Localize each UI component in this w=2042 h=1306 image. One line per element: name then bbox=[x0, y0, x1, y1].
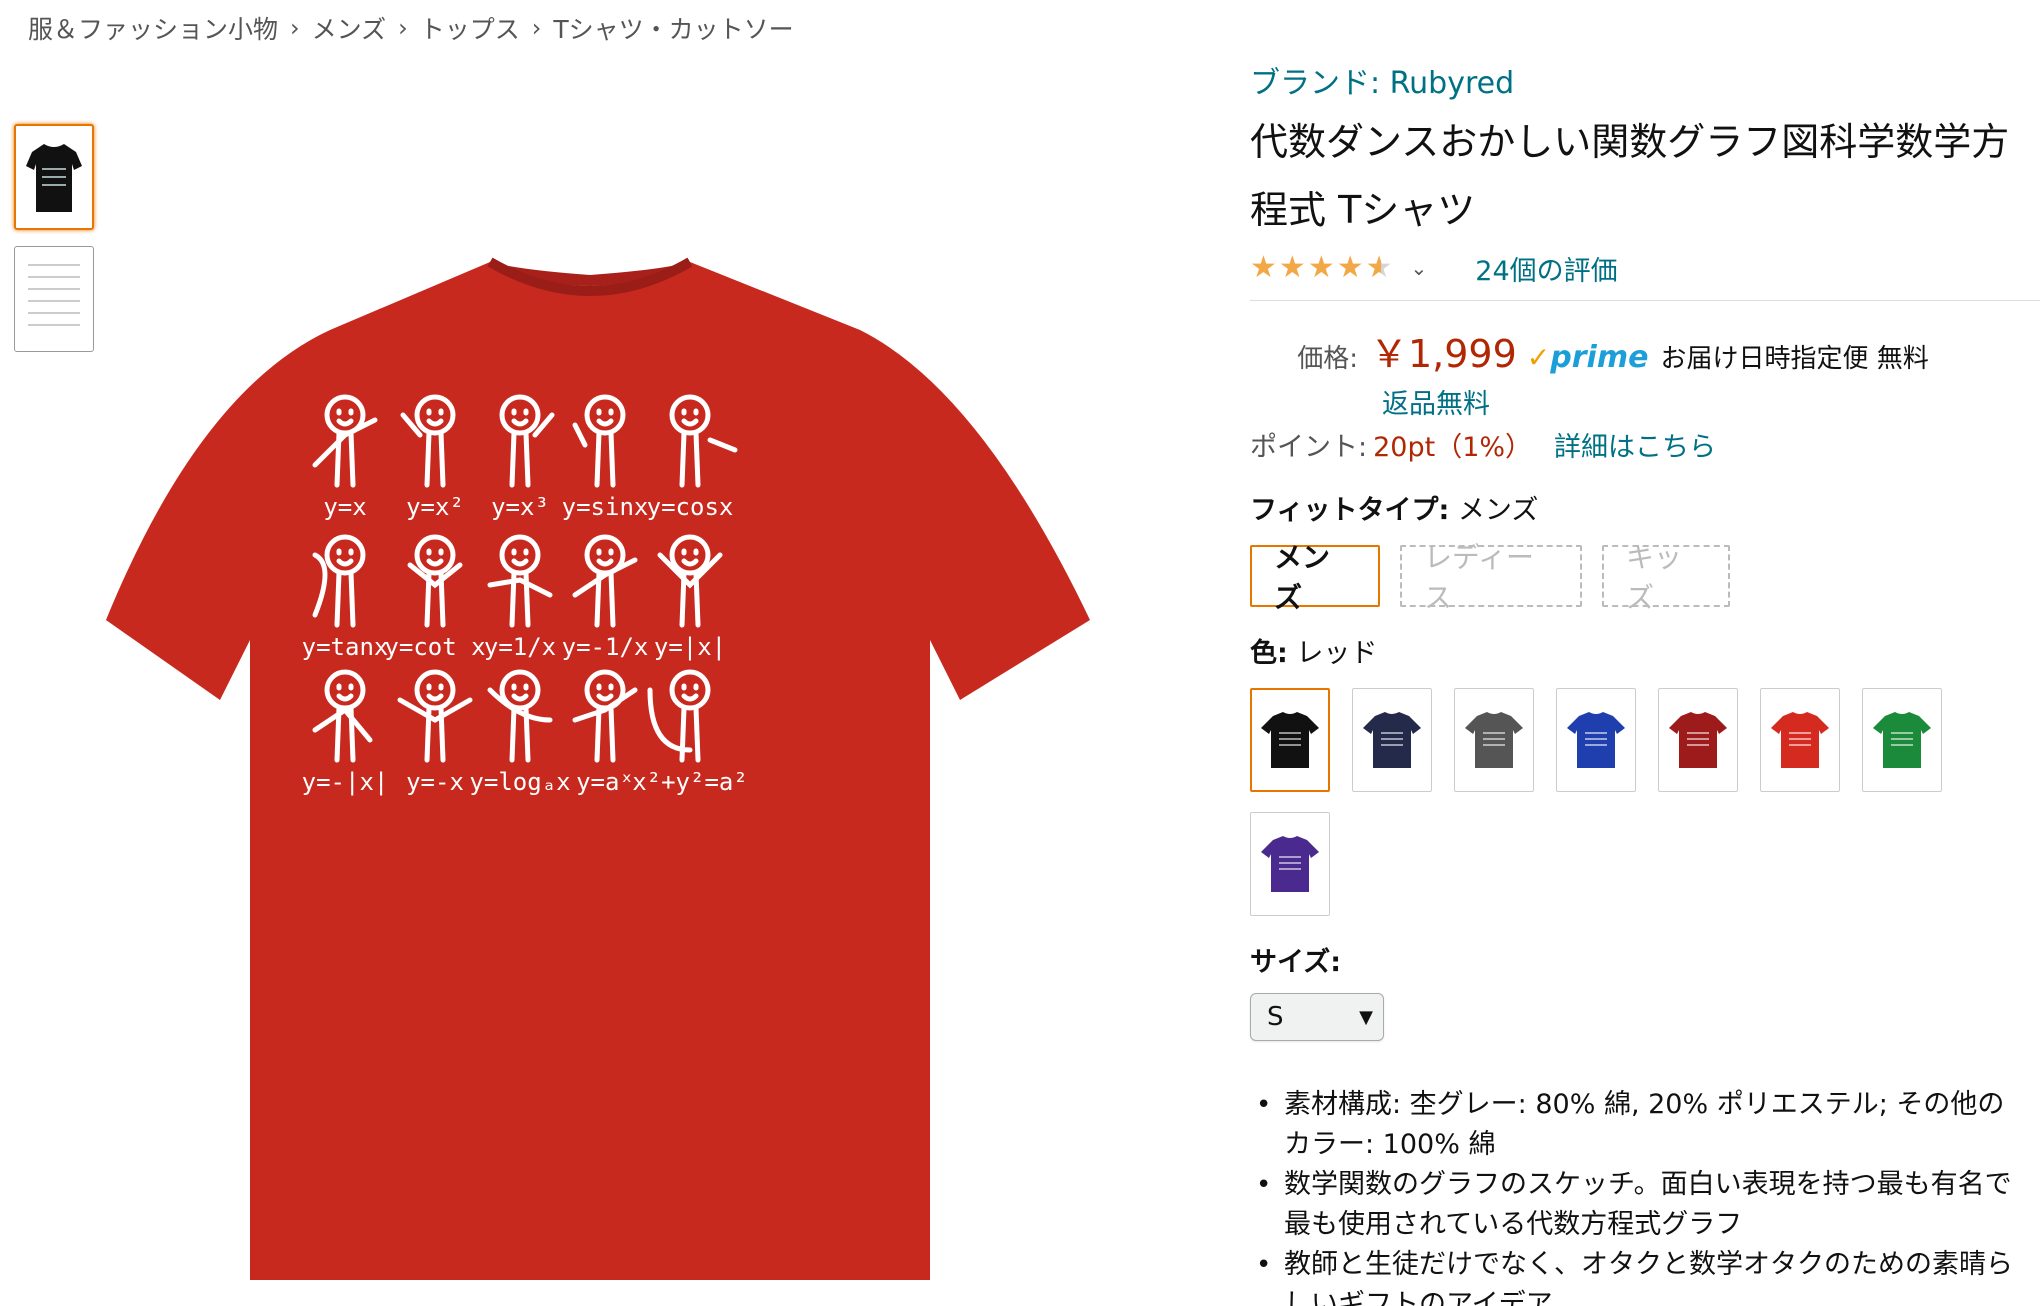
function-label: y=sinx bbox=[562, 493, 649, 521]
function-label: y=-|x| bbox=[302, 768, 389, 796]
feature-bullet: 教師と生徒だけでなく、オタクと数学オタクのための素晴らしいギフトのアイデア。 bbox=[1250, 1245, 2030, 1306]
size-dropdown[interactable]: S ▼ bbox=[1250, 993, 1384, 1041]
thumbnail-black-shirt[interactable] bbox=[14, 124, 94, 230]
size-selected-value: S bbox=[1267, 1002, 1284, 1032]
half-star-icon: ★ bbox=[1365, 250, 1393, 285]
price-block: 価格: ￥1,999 ✓ prime お届け日時指定便 無料 返品無料 ポイント… bbox=[1250, 323, 2030, 464]
image-thumbnails bbox=[14, 124, 94, 352]
breadcrumb: 服＆ファッション小物 › メンズ › トップス › Tシャツ・カットソー bbox=[28, 10, 794, 46]
prime-check-icon: ✓ bbox=[1526, 341, 1551, 374]
star-icon: ★ bbox=[1250, 250, 1277, 285]
color-label: 色: レッド bbox=[1250, 631, 2030, 670]
brand-link[interactable]: ブランド: Rubyred bbox=[1250, 58, 2030, 102]
tshirt-icon bbox=[1261, 836, 1319, 892]
function-label: y=cot x bbox=[384, 633, 485, 661]
prime-badge: ✓ prime bbox=[1527, 340, 1649, 375]
detail-thumbnail-image bbox=[28, 264, 80, 326]
function-label: y=-1/x bbox=[562, 633, 649, 661]
function-label: y=|x| bbox=[654, 633, 726, 661]
delivery-text: お届け日時指定便 無料 bbox=[1660, 344, 1929, 374]
size-label: サイズ: bbox=[1250, 940, 2030, 979]
function-label: x²+y²=a² bbox=[632, 768, 748, 796]
fit-option-kids[interactable]: キッズ bbox=[1602, 541, 1730, 614]
tshirt-icon bbox=[1261, 712, 1319, 768]
color-swatch-heather-gray[interactable] bbox=[1454, 688, 1534, 792]
color-swatch-cranberry[interactable] bbox=[1658, 688, 1738, 792]
color-swatch-royal-blue[interactable] bbox=[1556, 688, 1636, 792]
chevron-down-icon[interactable]: ⌄ bbox=[1411, 256, 1428, 280]
prime-logo: prime bbox=[1550, 340, 1649, 375]
breadcrumb-item-tops[interactable]: トップス bbox=[420, 10, 520, 46]
color-heading: 色: bbox=[1250, 638, 1288, 669]
function-label: y=aˣ bbox=[576, 768, 634, 796]
star-rating[interactable]: ★ ★ ★ ★ ★ bbox=[1250, 253, 1393, 283]
function-label: y=-x bbox=[406, 768, 464, 796]
fit-option-mens[interactable]: メンズ bbox=[1250, 541, 1380, 614]
black-shirt-thumbnail-image bbox=[26, 144, 82, 212]
free-returns-link[interactable]: 返品無料 bbox=[1382, 382, 2030, 421]
star-icon: ★ bbox=[1307, 250, 1335, 285]
fit-type-value: メンズ bbox=[1457, 495, 1539, 526]
function-label: y=x bbox=[323, 493, 366, 521]
color-swatch-red[interactable] bbox=[1760, 688, 1840, 792]
color-swatches bbox=[1250, 688, 1970, 916]
review-count-link[interactable]: 24個の評価 bbox=[1475, 249, 1617, 288]
breadcrumb-separator: › bbox=[531, 14, 542, 42]
rating-row: ★ ★ ★ ★ ★ ⌄ 24個の評価 bbox=[1250, 246, 2030, 290]
tshirt-icon bbox=[1771, 712, 1829, 768]
price-label: 価格: bbox=[1297, 344, 1358, 374]
fit-type-label: フィットタイプ: メンズ bbox=[1250, 488, 2030, 527]
breadcrumb-item-mens[interactable]: メンズ bbox=[312, 10, 387, 46]
tshirt-icon bbox=[1873, 712, 1931, 768]
product-details: ブランド: Rubyred 代数ダンスおかしい関数グラフ図科学数学方程式 Tシャ… bbox=[1250, 58, 2040, 1306]
breadcrumb-item-fashion[interactable]: 服＆ファッション小物 bbox=[28, 10, 278, 46]
function-label: y=cosx bbox=[647, 493, 734, 521]
product-title: 代数ダンスおかしい関数グラフ図科学数学方程式 Tシャツ bbox=[1250, 120, 2010, 232]
feature-bullet: 素材構成: 杢グレー: 80% 綿, 20% ポリエステル; その他のカラー: … bbox=[1250, 1085, 2030, 1165]
breadcrumb-separator: › bbox=[398, 14, 408, 42]
product-main-image[interactable]: y=x y=x² y=x³ y=sinxy=cosx y=tanxy=cot xy=1/… bbox=[100, 200, 1180, 1300]
color-swatch-purple[interactable] bbox=[1250, 812, 1330, 916]
points-label: ポイント: bbox=[1250, 432, 1368, 463]
fit-option-womens[interactable]: レディース bbox=[1400, 541, 1582, 614]
feature-bullet: 数学関数のグラフのスケッチ。面白い表現を持つ最も有名で最も使用されている代数方程… bbox=[1250, 1165, 2030, 1245]
function-label: y=tanx bbox=[302, 633, 389, 661]
fit-type-heading: フィットタイプ: bbox=[1250, 495, 1450, 526]
chevron-down-icon: ▼ bbox=[1359, 1006, 1373, 1028]
tshirt-icon bbox=[1669, 712, 1727, 768]
color-swatch-black[interactable] bbox=[1250, 688, 1330, 792]
star-icon: ★ bbox=[1336, 250, 1364, 285]
size-heading: サイズ: bbox=[1250, 947, 1341, 978]
price-value: ￥1,999 bbox=[1370, 332, 1517, 376]
color-swatch-kelly-green[interactable] bbox=[1862, 688, 1942, 792]
breadcrumb-item-tshirts[interactable]: Tシャツ・カットソー bbox=[553, 10, 793, 46]
tshirt-icon bbox=[1363, 712, 1421, 768]
color-swatch-navy[interactable] bbox=[1352, 688, 1432, 792]
star-icon: ★ bbox=[1278, 250, 1306, 285]
thumbnail-detail[interactable] bbox=[14, 246, 94, 352]
function-label: y=logₐx bbox=[469, 768, 570, 796]
feature-bullets: 素材構成: 杢グレー: 80% 綿, 20% ポリエステル; その他のカラー: … bbox=[1250, 1085, 2030, 1306]
points-value: 20pt（1%） bbox=[1373, 432, 1533, 463]
points-row: ポイント: 20pt（1%） 詳細はこちら bbox=[1250, 425, 2030, 464]
tshirt-icon bbox=[1567, 712, 1625, 768]
function-label: y=x³ bbox=[491, 493, 549, 521]
color-value: レッド bbox=[1296, 638, 1378, 669]
breadcrumb-separator: › bbox=[290, 14, 300, 42]
points-details-link[interactable]: 詳細はこちら bbox=[1554, 425, 1716, 464]
function-label: y=1/x bbox=[484, 633, 556, 661]
tshirt-icon bbox=[1465, 712, 1523, 768]
divider bbox=[1250, 300, 2040, 301]
fit-type-options: メンズ レディース キッズ bbox=[1250, 541, 2030, 614]
function-label: y=x² bbox=[406, 493, 464, 521]
